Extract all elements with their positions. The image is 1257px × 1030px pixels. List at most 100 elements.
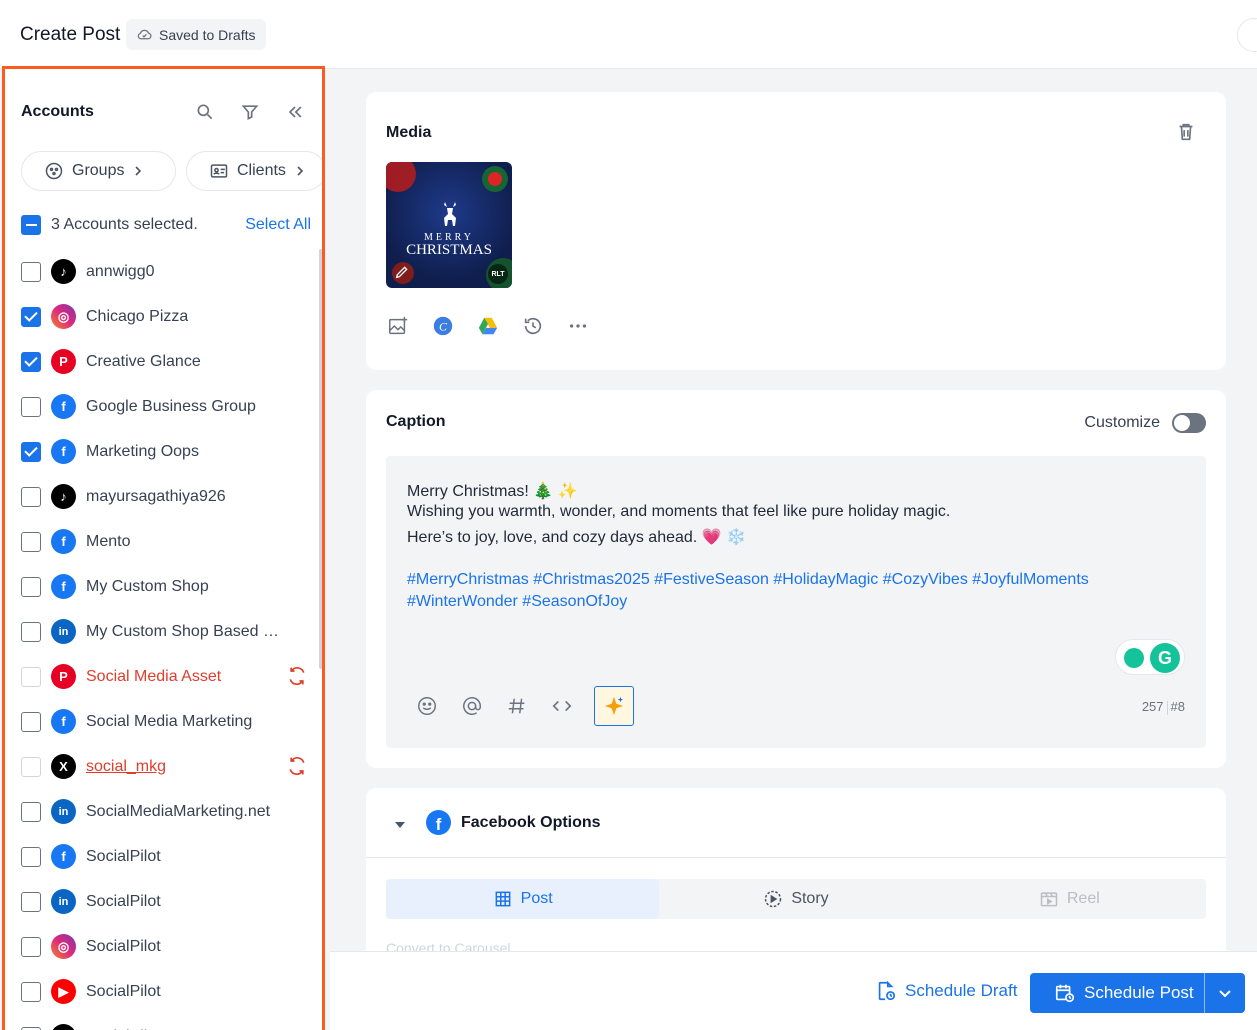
char-count: 257 xyxy=(1141,699,1164,714)
search-icon[interactable] xyxy=(193,100,217,124)
account-checkbox[interactable] xyxy=(21,441,41,462)
account-checkbox[interactable] xyxy=(21,621,41,642)
account-row[interactable]: ▶ SocialPilot xyxy=(21,969,311,1014)
account-name: SocialPilot xyxy=(86,937,161,955)
pencil-icon[interactable] xyxy=(394,264,410,280)
caption-toolbar xyxy=(414,686,634,726)
account-checkbox[interactable] xyxy=(21,846,41,867)
account-checkbox[interactable] xyxy=(21,261,41,282)
account-row[interactable]: ◎ SocialPilot xyxy=(21,924,311,969)
tiktok-icon: ♪ xyxy=(51,1024,76,1030)
clients-chip[interactable]: Clients xyxy=(186,151,322,191)
account-row[interactable]: f Social Media Marketing xyxy=(21,699,311,744)
account-checkbox[interactable] xyxy=(21,351,41,372)
account-name: SocialMediaMarketing.net xyxy=(86,802,271,820)
account-checkbox[interactable] xyxy=(21,801,41,822)
account-checkbox[interactable] xyxy=(21,891,41,912)
tab-post[interactable]: Post xyxy=(386,879,660,919)
grammarly-widget[interactable]: G xyxy=(1115,639,1185,675)
caption-hashtags: #WinterWonder #SeasonOfJoy xyxy=(407,593,628,610)
saved-status: Saved to Drafts xyxy=(126,19,266,50)
tab-reel[interactable]: Reel xyxy=(933,879,1206,919)
account-checkbox[interactable] xyxy=(21,1026,41,1030)
accounts-heading: Accounts xyxy=(21,103,94,120)
hashtag-icon[interactable] xyxy=(504,694,529,719)
account-row[interactable]: ♪ mayursagathiya926 xyxy=(21,474,311,519)
account-name: Social Media Asset xyxy=(86,667,222,685)
reconnect-icon[interactable] xyxy=(287,666,307,686)
google-drive-icon[interactable] xyxy=(476,314,500,338)
account-row[interactable]: ♪ annwigg0 xyxy=(21,249,311,294)
clients-label: Clients xyxy=(237,162,286,179)
tiktok-icon: ♪ xyxy=(51,259,76,284)
groups-chip[interactable]: Groups xyxy=(21,151,176,191)
mention-icon[interactable] xyxy=(459,694,484,719)
pinterest-icon: P xyxy=(51,349,76,374)
account-checkbox[interactable] xyxy=(21,306,41,327)
account-checkbox[interactable] xyxy=(21,576,41,597)
account-name: My Custom Shop Based o… xyxy=(86,622,286,640)
account-name: Mento xyxy=(86,532,131,550)
svg-text:C: C xyxy=(439,320,448,334)
account-checkbox[interactable] xyxy=(21,711,41,732)
account-row[interactable]: in SocialMediaMarketing.net xyxy=(21,789,311,834)
account-row[interactable]: ♪SocialPilot xyxy=(21,1014,311,1030)
media-badge: RLT xyxy=(488,264,508,284)
schedule-post-button[interactable]: Schedule Post xyxy=(1030,973,1245,1013)
more-options-icon[interactable] xyxy=(566,314,590,338)
draft-calendar-icon xyxy=(878,980,896,1001)
account-row[interactable]: P Social Media Asset xyxy=(21,654,311,699)
account-row[interactable]: f SocialPilot xyxy=(21,834,311,879)
tab-story[interactable]: Story xyxy=(659,879,932,919)
add-image-icon[interactable] xyxy=(386,314,410,338)
account-row[interactable]: f Mento xyxy=(21,519,311,564)
schedule-post-main[interactable]: Schedule Post xyxy=(1030,982,1204,1004)
account-row[interactable]: ◎ Chicago Pizza xyxy=(21,294,311,339)
history-icon[interactable] xyxy=(521,314,545,338)
account-name: annwigg0 xyxy=(86,262,155,280)
media-thumbnail[interactable]: MERRY CHRISTMAS RLT xyxy=(386,162,512,288)
collapse-caret-icon[interactable] xyxy=(394,818,406,830)
reconnect-icon[interactable] xyxy=(287,756,307,776)
profile-button[interactable] xyxy=(1237,18,1257,52)
account-row[interactable]: f Google Business Group xyxy=(21,384,311,429)
lightbulb-icon[interactable] xyxy=(1124,648,1144,668)
accounts-sidebar: Accounts Groups Clients 3 Accounts selec… xyxy=(2,66,325,1030)
code-icon[interactable] xyxy=(549,694,574,719)
account-checkbox[interactable] xyxy=(21,531,41,552)
filter-icon[interactable] xyxy=(238,100,262,124)
select-all-link[interactable]: Select All xyxy=(245,216,311,234)
account-row[interactable]: f Marketing Oops xyxy=(21,429,311,474)
top-bar: Create Post Saved to Drafts xyxy=(0,0,1257,69)
account-row[interactable]: in My Custom Shop Based o… xyxy=(21,609,311,654)
canva-icon[interactable]: C xyxy=(431,314,455,338)
account-checkbox[interactable] xyxy=(21,666,41,687)
collapse-sidebar-icon[interactable] xyxy=(283,100,307,124)
selected-count: 3 Accounts selected. xyxy=(51,216,198,233)
account-row[interactable]: P Creative Glance xyxy=(21,339,311,384)
account-checkbox[interactable] xyxy=(21,756,41,777)
account-checkbox[interactable] xyxy=(21,396,41,417)
trash-icon[interactable] xyxy=(1174,120,1198,144)
account-row[interactable]: f My Custom Shop xyxy=(21,564,311,609)
ai-assistant-button[interactable] xyxy=(594,686,634,726)
grammarly-icon[interactable]: G xyxy=(1150,643,1180,673)
sparkle-icon xyxy=(604,696,624,716)
caption-editor[interactable]: Merry Christmas! 🎄 ✨ Wishing you warmth,… xyxy=(386,456,1206,748)
chevron-down-icon[interactable] xyxy=(1205,986,1245,1000)
customize-toggle[interactable] xyxy=(1172,413,1206,433)
schedule-draft-button[interactable]: Schedule Draft xyxy=(875,980,1017,1002)
account-row[interactable]: Xsocial_mkg xyxy=(21,744,311,789)
account-name: social_mkg xyxy=(86,757,167,775)
calendar-clock-icon xyxy=(1055,984,1075,1003)
chevron-right-icon xyxy=(297,166,304,176)
account-checkbox[interactable] xyxy=(21,981,41,1002)
select-indeterminate-checkbox[interactable] xyxy=(21,215,41,235)
account-row[interactable]: in SocialPilot xyxy=(21,879,311,924)
emoji-icon[interactable] xyxy=(414,694,439,719)
account-checkbox[interactable] xyxy=(21,486,41,507)
account-name: mayursagathiya926 xyxy=(86,487,226,505)
selection-summary: 3 Accounts selected. Select All xyxy=(21,214,311,236)
account-checkbox[interactable] xyxy=(21,936,41,957)
sidebar-scrollbar[interactable] xyxy=(319,249,322,669)
